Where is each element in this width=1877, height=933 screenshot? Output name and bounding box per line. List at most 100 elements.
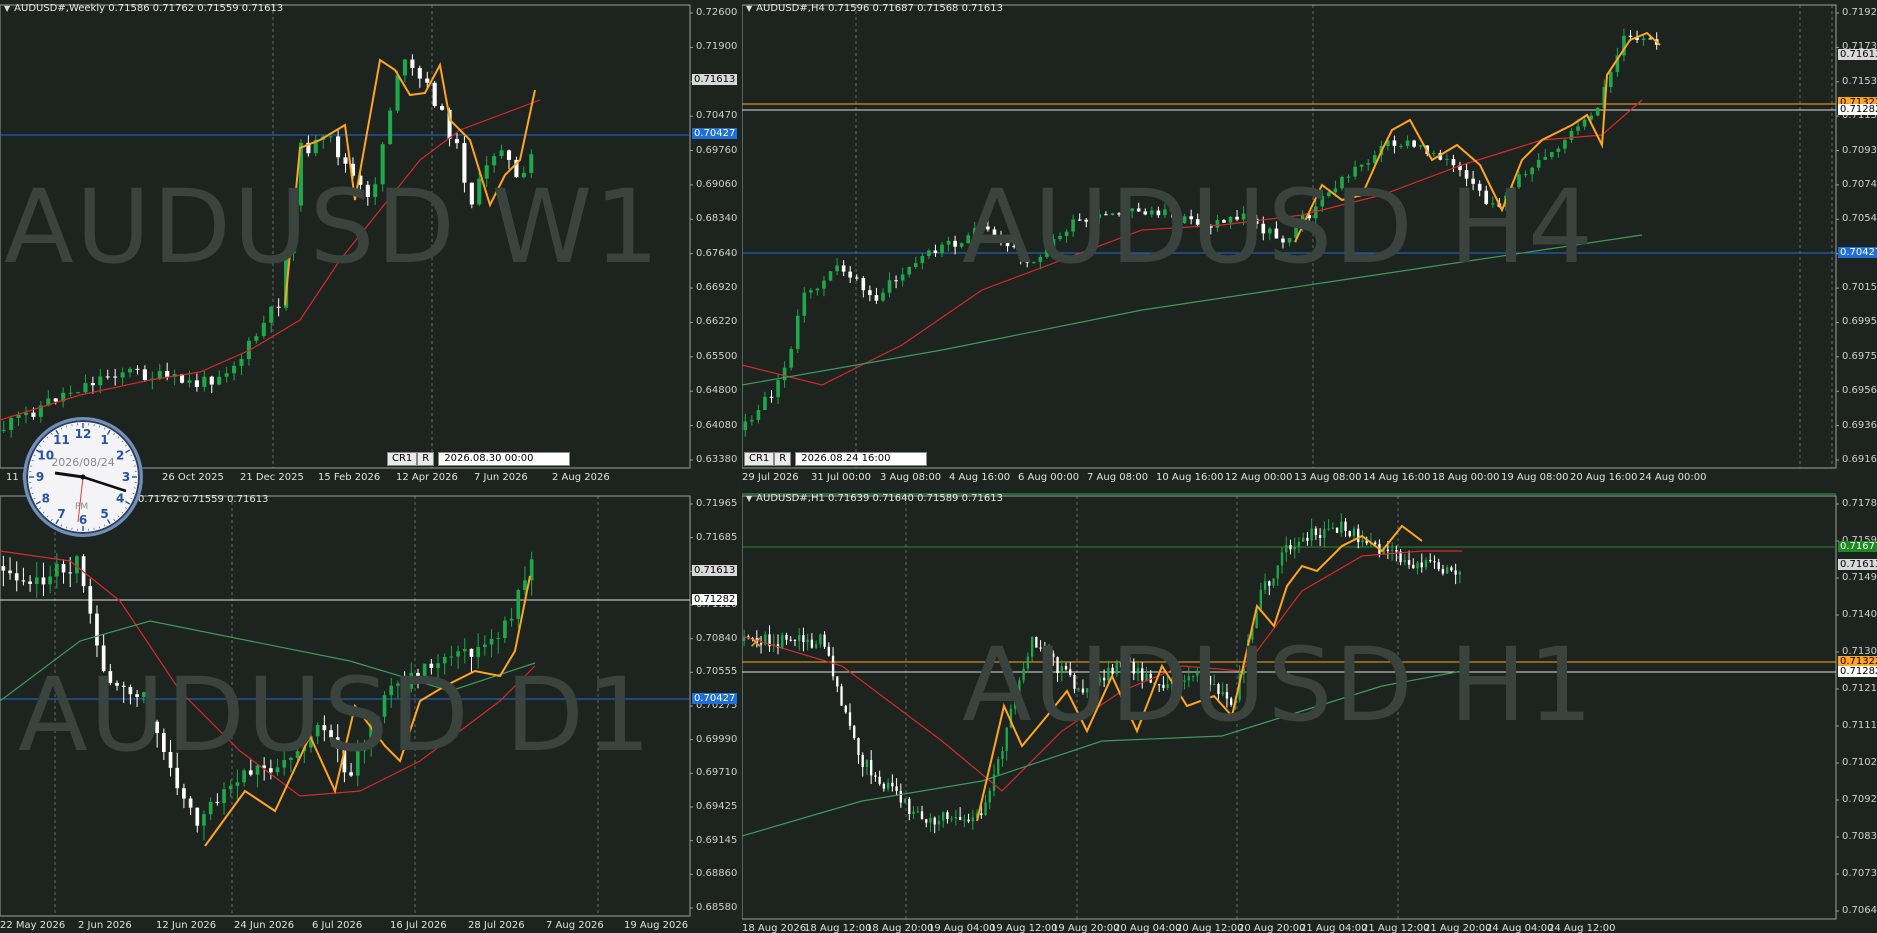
candle-body: [1424, 560, 1428, 568]
time-axis-label: 18 Aug 00:00: [1432, 472, 1500, 483]
datetime-field[interactable]: 2026.08.24 16:00: [795, 452, 928, 466]
price-axis-label: 0.71115: [1842, 720, 1877, 731]
candle-body: [798, 635, 801, 641]
chart-pane-daily[interactable]: AUDUSD D1 0.71762 0.71559 0.71613 0.7196…: [0, 491, 738, 933]
candle-body: [1550, 151, 1554, 157]
candle-body: [946, 240, 951, 245]
cr1-button[interactable]: CR1: [387, 452, 418, 466]
clock-tick: [46, 515, 49, 518]
crosshair-tool-icon[interactable]: ✕: [749, 633, 762, 652]
price-tag: 0.71613: [692, 565, 738, 576]
chart-pane-h4[interactable]: AUDUSD H4 ▼ AUDUSD#,H4 0.71596 0.71687 0.…: [742, 0, 1877, 485]
candle-body: [1641, 38, 1646, 40]
price-axis-label: 0.71900: [696, 41, 738, 53]
candle-body: [28, 581, 32, 584]
candle-body: [68, 392, 73, 394]
candle-body: [208, 801, 213, 815]
clock-tick: [113, 518, 115, 521]
candle-body: [899, 790, 902, 803]
clock-center: [80, 474, 86, 480]
clock-number: 9: [36, 470, 44, 484]
candle-body: [882, 783, 886, 789]
candle-body: [997, 759, 1000, 775]
candle-body: [489, 639, 494, 645]
time-axis-label: 18 Aug 20:00: [866, 923, 934, 933]
candle-body: [1268, 581, 1271, 586]
time-axis-label: 3 Aug 08:00: [880, 472, 942, 483]
price-axis-label: 0.71400: [1842, 609, 1877, 620]
candle-body: [98, 376, 103, 386]
candle-body: [822, 280, 826, 289]
time-axis-label: 29 Jul 2026: [742, 472, 799, 483]
candle-body: [886, 782, 890, 789]
candle-body: [483, 644, 487, 648]
clock-number: 2: [116, 449, 124, 463]
candle-body: [1576, 126, 1580, 131]
candle-body: [1450, 567, 1453, 571]
candle-body: [913, 263, 918, 268]
candle-body: [402, 59, 408, 76]
candle-body: [217, 376, 222, 385]
price-axis-label: 0.68580: [696, 902, 738, 913]
clock-number: 5: [100, 507, 108, 521]
candle-body: [1446, 567, 1449, 574]
candle-body: [343, 157, 348, 164]
candle-body: [425, 78, 430, 83]
candle-body: [815, 288, 820, 291]
collapse-triangle-icon[interactable]: ▼: [746, 4, 752, 13]
symbol-ohlc-text: AUDUSD#,Weekly 0.71586 0.71762 0.71559 0…: [14, 3, 284, 14]
time-axis-label: 19 Aug 12:00: [990, 923, 1058, 933]
collapse-triangle-icon[interactable]: ▼: [4, 4, 10, 13]
collapse-triangle-icon[interactable]: ▼: [746, 494, 752, 503]
price-axis-label: 0.64080: [696, 419, 738, 431]
price-axis-label: 0.69060: [696, 178, 738, 190]
clock-tick: [113, 433, 115, 436]
candle-body: [209, 376, 214, 385]
time-axis-label: 19 Aug 04:00: [928, 923, 996, 933]
candle-body: [105, 376, 110, 378]
candle-body: [1374, 542, 1377, 545]
r-button[interactable]: R: [417, 452, 435, 466]
candle-body: [870, 760, 873, 776]
candle-body: [1556, 148, 1561, 152]
candle-body: [269, 306, 274, 323]
candle-body: [927, 250, 931, 257]
candle-body: [929, 817, 932, 823]
candle-body: [222, 789, 226, 804]
clock-tick: [125, 500, 131, 505]
price-axis-label: 0.71020: [1842, 757, 1877, 768]
candle-body: [120, 372, 125, 378]
r-button[interactable]: R: [774, 452, 792, 466]
datetime-field[interactable]: 2026.08.30 00:00: [438, 452, 571, 466]
time-axis-label: 24 Aug 12:00: [1548, 923, 1616, 933]
chart-pane-h1[interactable]: AUDUSD H1 ▼ AUDUSD#,H1 0.71639 0.71640 0.…: [742, 491, 1877, 933]
time-axis-label: 20 Aug 16:00: [1570, 472, 1638, 483]
candle-body: [1407, 560, 1411, 565]
candle-body: [903, 798, 907, 803]
candle-body: [235, 782, 240, 786]
chart-pane-weekly[interactable]: AUDUSD W1 ▼ AUDUSD#,Weekly 0.71586 0.7176…: [0, 0, 738, 485]
price-tag: 0.71282: [1838, 104, 1877, 115]
candle-body: [417, 68, 422, 79]
candle-body: [1, 566, 6, 571]
candle-body: [440, 105, 445, 110]
price-axis-label: 0.72600: [696, 7, 738, 18]
time-axis-label: 24 Aug 04:00: [1486, 923, 1554, 933]
candle-body: [827, 646, 830, 656]
candle-body: [1, 429, 6, 431]
candle-body: [454, 138, 460, 144]
candle-body: [276, 306, 281, 308]
candle-body: [814, 644, 818, 648]
candle-body: [1331, 527, 1334, 529]
price-axis-label: 0.70545: [1842, 213, 1877, 225]
clock-tick: [98, 425, 100, 428]
cr1-button[interactable]: CR1: [744, 452, 775, 466]
candle-body: [925, 819, 928, 823]
candle-body: [940, 244, 944, 254]
candle-body: [254, 336, 259, 341]
watermark: AUDUSD D1: [18, 656, 653, 775]
hour-hand: [54, 471, 84, 479]
time-axis-label: 21 Aug 12:00: [1362, 923, 1430, 933]
candle-body: [410, 59, 415, 69]
candle-body: [1536, 159, 1541, 168]
